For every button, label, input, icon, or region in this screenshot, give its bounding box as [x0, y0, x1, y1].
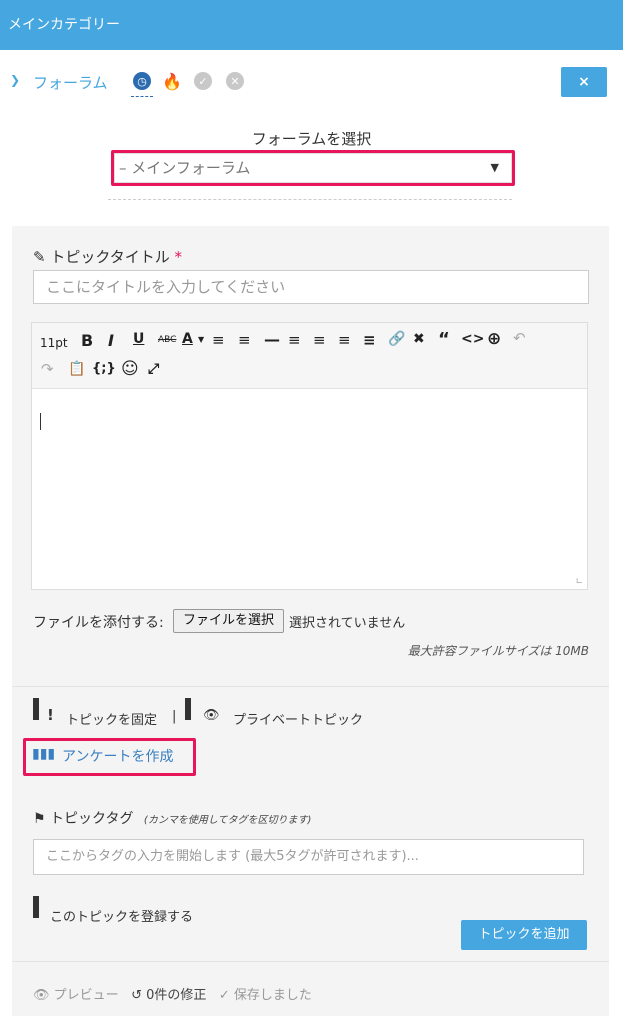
- category-title: メインカテゴリー: [8, 17, 120, 33]
- history-icon: ↺: [131, 988, 142, 1003]
- insert-plus-icon[interactable]: ⊕: [487, 329, 501, 349]
- highlight-box-poll: [23, 738, 196, 776]
- required-mark: *: [174, 248, 183, 266]
- tag-icon: ⚑: [33, 811, 46, 827]
- redo-icon[interactable]: ↷: [41, 360, 54, 378]
- exclamation-icon: !: [47, 706, 54, 724]
- align-right-icon[interactable]: ≡: [338, 331, 351, 349]
- check-icon: ✓: [218, 988, 230, 1003]
- saved-status: 保存しました: [233, 988, 312, 1003]
- chevron-down-icon[interactable]: ❯: [10, 73, 24, 87]
- fullscreen-icon[interactable]: ⤢: [148, 361, 159, 377]
- bold-icon[interactable]: B: [81, 331, 93, 350]
- add-topic-button[interactable]: トピックを追加: [461, 920, 587, 950]
- eye-slash-icon: 👁: [203, 708, 220, 723]
- divider: [108, 199, 512, 200]
- bullet-list-icon[interactable]: ≡: [212, 331, 225, 349]
- numbered-list-icon[interactable]: ≡: [238, 331, 251, 349]
- subscribe-label: このトピックを登録する: [50, 910, 194, 925]
- forum-link[interactable]: フォーラム: [33, 72, 108, 93]
- private-toggle[interactable]: [185, 698, 191, 720]
- blockquote-icon[interactable]: “: [438, 329, 450, 350]
- tag-input[interactable]: ここからタグの入力を開始します (最大5タグが許可されます)...: [33, 839, 584, 875]
- unlink-icon[interactable]: ✖: [413, 331, 425, 347]
- justify-icon[interactable]: ≡: [363, 331, 376, 349]
- align-center-icon[interactable]: ≡: [313, 331, 326, 349]
- sticky-label: トピックを固定: [66, 713, 158, 728]
- revisions-count[interactable]: 0件の修正: [146, 988, 206, 1003]
- resize-handle-icon[interactable]: ∟: [575, 577, 583, 587]
- max-file-size: 最大許容ファイルサイズは 10MB: [407, 644, 589, 658]
- divider: [12, 961, 609, 962]
- topic-tag-label: ⚑ トピックタグ (カンマを使用してタグを区切ります): [33, 811, 312, 827]
- category-header: メインカテゴリー: [0, 0, 623, 50]
- rich-text-editor: 11pt B I U ABC A ▼ ≡ ≡ — ≡ ≡ ≡ ≡ 🔗 ✖ “ <…: [31, 322, 588, 590]
- text-color-icon[interactable]: A: [182, 331, 193, 347]
- attach-label: ファイルを添付する:: [33, 615, 164, 631]
- pencil-icon: ✎: [33, 248, 46, 266]
- x-circle-icon[interactable]: ✕: [226, 72, 244, 90]
- code-icon[interactable]: <>: [461, 331, 484, 347]
- caret-down-icon[interactable]: ▼: [198, 335, 204, 344]
- close-button[interactable]: ×: [561, 67, 607, 97]
- forum-tab-row: ❯ フォーラム ◷ 🔥 ✓ ✕: [0, 52, 623, 112]
- horizontal-rule-icon[interactable]: —: [264, 330, 280, 349]
- font-size-select[interactable]: 11pt: [40, 336, 68, 350]
- paste-icon[interactable]: 📋: [68, 361, 85, 377]
- clock-icon[interactable]: ◷: [133, 72, 151, 90]
- forum-select-label: フォーラムを選択: [251, 130, 372, 148]
- choose-file-button[interactable]: ファイルを選択: [173, 609, 284, 633]
- private-label: プライベートトピック: [233, 713, 364, 728]
- active-tab-indicator: [131, 96, 153, 97]
- underline-icon[interactable]: U: [133, 331, 144, 347]
- preview-link[interactable]: プレビュー: [54, 988, 119, 1003]
- tag-hint: (カンマを使用してタグを区切ります): [143, 815, 312, 826]
- divider: [12, 686, 609, 687]
- code-block-icon[interactable]: {;}: [92, 361, 116, 376]
- eye-icon: 👁: [33, 988, 50, 1003]
- strikethrough-icon[interactable]: ABC: [158, 335, 176, 345]
- link-icon[interactable]: 🔗: [388, 331, 405, 347]
- file-status: 選択されていません: [289, 616, 406, 631]
- editor-body[interactable]: ∟: [32, 389, 587, 589]
- subscribe-toggle[interactable]: [33, 896, 39, 918]
- text-cursor: [40, 413, 41, 430]
- undo-icon[interactable]: ↶: [513, 329, 526, 347]
- topic-title-input[interactable]: ここにタイトルを入力してください: [33, 270, 589, 304]
- highlight-box-forum-select: [111, 150, 515, 186]
- sticky-toggle[interactable]: [33, 698, 39, 720]
- topic-title-label: ✎ トピックタイトル *: [33, 248, 183, 266]
- editor-toolbar: 11pt B I U ABC A ▼ ≡ ≡ — ≡ ≡ ≡ ≡ 🔗 ✖ “ <…: [32, 323, 587, 389]
- align-left-icon[interactable]: ≡: [288, 331, 301, 349]
- separator: |: [172, 709, 177, 724]
- emoji-icon[interactable]: ☺: [121, 359, 139, 379]
- check-circle-icon[interactable]: ✓: [194, 72, 212, 90]
- editor-footer: 👁 プレビュー ↺ 0件の修正 ✓ 保存しました: [33, 984, 312, 1003]
- italic-icon[interactable]: I: [108, 331, 114, 350]
- fire-icon[interactable]: 🔥: [162, 72, 182, 91]
